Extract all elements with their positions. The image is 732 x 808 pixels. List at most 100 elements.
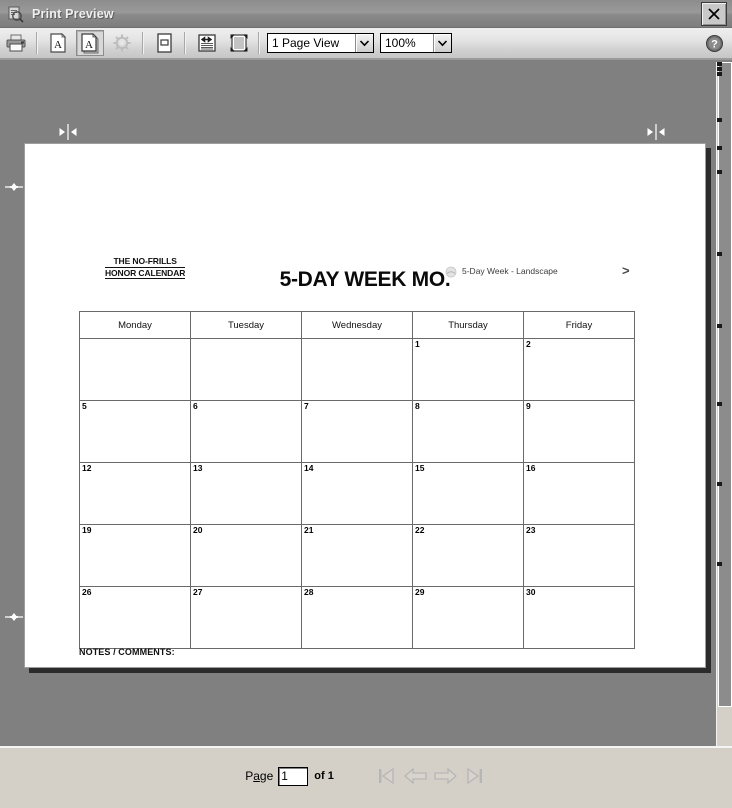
fit-page-icon <box>230 34 247 52</box>
last-page-icon <box>467 767 482 785</box>
day-number: 20 <box>193 525 203 535</box>
calendar-day-cell <box>301 338 413 401</box>
scroll-tick <box>717 562 722 566</box>
calendar-day-cell: 8 <box>412 400 524 463</box>
fit-width-icon <box>197 34 216 52</box>
scroll-tick <box>717 146 722 150</box>
page-setup-button[interactable]: A <box>44 30 72 56</box>
zoom-value: 100% <box>385 36 416 50</box>
calendar-day-cell: 23 <box>523 524 635 587</box>
window-title: Print Preview <box>32 6 114 21</box>
window-titlebar: Print Preview <box>0 0 732 28</box>
right-margin-handle-top[interactable] <box>645 124 667 140</box>
whole-page-button[interactable] <box>224 30 252 56</box>
calendar-day-cell: 28 <box>301 586 413 649</box>
last-page-button[interactable] <box>461 764 487 788</box>
gear-icon <box>113 34 131 52</box>
scroll-tick <box>717 252 722 256</box>
calendar-week-row: 19 20 21 22 23 <box>79 524 635 587</box>
page-label-mnemonic: a <box>253 769 260 783</box>
svg-text:A: A <box>85 39 93 51</box>
calendar-header-row: Monday Tuesday Wednesday Thursday Friday <box>79 311 635 339</box>
calendar-day-cell: 26 <box>79 586 191 649</box>
next-page-button[interactable] <box>432 764 458 788</box>
day-number: 6 <box>193 401 198 411</box>
calendar-day-cell: 9 <box>523 400 635 463</box>
vertical-scrollbar[interactable] <box>716 62 732 746</box>
page-label-prefix: P <box>245 769 254 783</box>
template-name: 5-Day Week - Landscape <box>462 266 558 276</box>
scroll-tick <box>717 62 722 66</box>
zoom-select[interactable]: 100% <box>380 33 452 53</box>
svg-text:?: ? <box>711 38 718 50</box>
scroll-tick <box>717 118 722 122</box>
calendar-week-row: 26 27 28 29 30 <box>79 586 635 649</box>
calendar-header-cell: Wednesday <box>301 311 413 339</box>
day-number: 12 <box>82 463 92 473</box>
toolbar-separator <box>36 32 38 54</box>
question-mark-icon: ? <box>705 34 723 52</box>
margins-button[interactable]: A <box>76 30 104 56</box>
brand-line-2: HONOR CALENDAR <box>105 267 186 279</box>
calendar-day-cell: 19 <box>79 524 191 587</box>
one-page-button[interactable] <box>150 30 178 56</box>
scroll-tick <box>717 67 722 71</box>
page-width-button[interactable] <box>192 30 220 56</box>
day-number: 30 <box>526 587 536 597</box>
scrollbar-thumb[interactable] <box>718 62 732 707</box>
calendar-day-cell <box>79 338 191 401</box>
calendar-day-cell: 14 <box>301 462 413 525</box>
left-margin-handle-top[interactable] <box>57 124 79 140</box>
previous-page-button[interactable] <box>403 764 429 788</box>
template-thumbnail-icon <box>445 265 457 278</box>
first-page-button[interactable] <box>374 764 400 788</box>
chevron-down-icon <box>355 34 373 52</box>
close-window-button[interactable] <box>701 1 727 26</box>
scroll-tick <box>717 170 722 174</box>
calendar-day-cell: 20 <box>190 524 302 587</box>
page-nav-buttons <box>374 764 487 788</box>
toolbar-separator <box>142 32 144 54</box>
page-label-suffix: ge <box>259 769 274 783</box>
help-button[interactable]: ? <box>702 31 726 55</box>
day-number: 8 <box>415 401 420 411</box>
day-number: 9 <box>526 401 531 411</box>
page-number-input[interactable] <box>278 766 309 786</box>
page-navigation-statusbar: Page of 1 <box>0 746 732 808</box>
day-number: 5 <box>82 401 87 411</box>
first-page-icon <box>378 767 394 785</box>
top-margin-handle[interactable] <box>5 175 23 204</box>
print-button[interactable] <box>2 30 30 56</box>
calendar-day-cell: 21 <box>301 524 413 587</box>
day-number: 21 <box>304 525 314 535</box>
brand-line-1: THE NO-FRILLS <box>105 256 186 268</box>
calendar-day-cell: 12 <box>79 462 191 525</box>
page-view-select[interactable]: 1 Page View <box>267 33 374 53</box>
calendar-header-cell: Friday <box>523 311 635 339</box>
right-arrow-icon <box>434 767 457 785</box>
calendar-day-cell: 6 <box>190 400 302 463</box>
calendar-table: Monday Tuesday Wednesday Thursday Friday… <box>79 311 635 649</box>
single-page-icon <box>157 33 172 53</box>
day-number: 26 <box>82 587 92 597</box>
day-number: 27 <box>193 587 203 597</box>
statusbar-inner: Page of 1 <box>245 764 487 788</box>
chevron-down-icon <box>433 34 451 52</box>
calendar-day-cell <box>190 338 302 401</box>
page-count-label: of 1 <box>314 770 334 782</box>
preview-canvas[interactable]: THE NO-FRILLS HONOR CALENDAR 5-DAY WEEK … <box>0 62 716 746</box>
calendar-day-cell: 27 <box>190 586 302 649</box>
calendar-day-cell: 16 <box>523 462 635 525</box>
page-view-value: 1 Page View <box>272 36 340 50</box>
page-sheet: THE NO-FRILLS HONOR CALENDAR 5-DAY WEEK … <box>24 143 706 668</box>
settings-button <box>108 30 136 56</box>
template-next-arrow-icon[interactable]: > <box>622 263 630 278</box>
scroll-tick <box>717 482 722 486</box>
calendar-brand: THE NO-FRILLS HONOR CALENDAR <box>105 256 185 279</box>
calendar-header-cell: Thursday <box>412 311 524 339</box>
day-number: 13 <box>193 463 203 473</box>
day-number: 19 <box>82 525 92 535</box>
toolbar-separator <box>258 32 260 54</box>
bottom-margin-handle[interactable] <box>5 605 23 634</box>
day-number: 2 <box>526 339 531 349</box>
